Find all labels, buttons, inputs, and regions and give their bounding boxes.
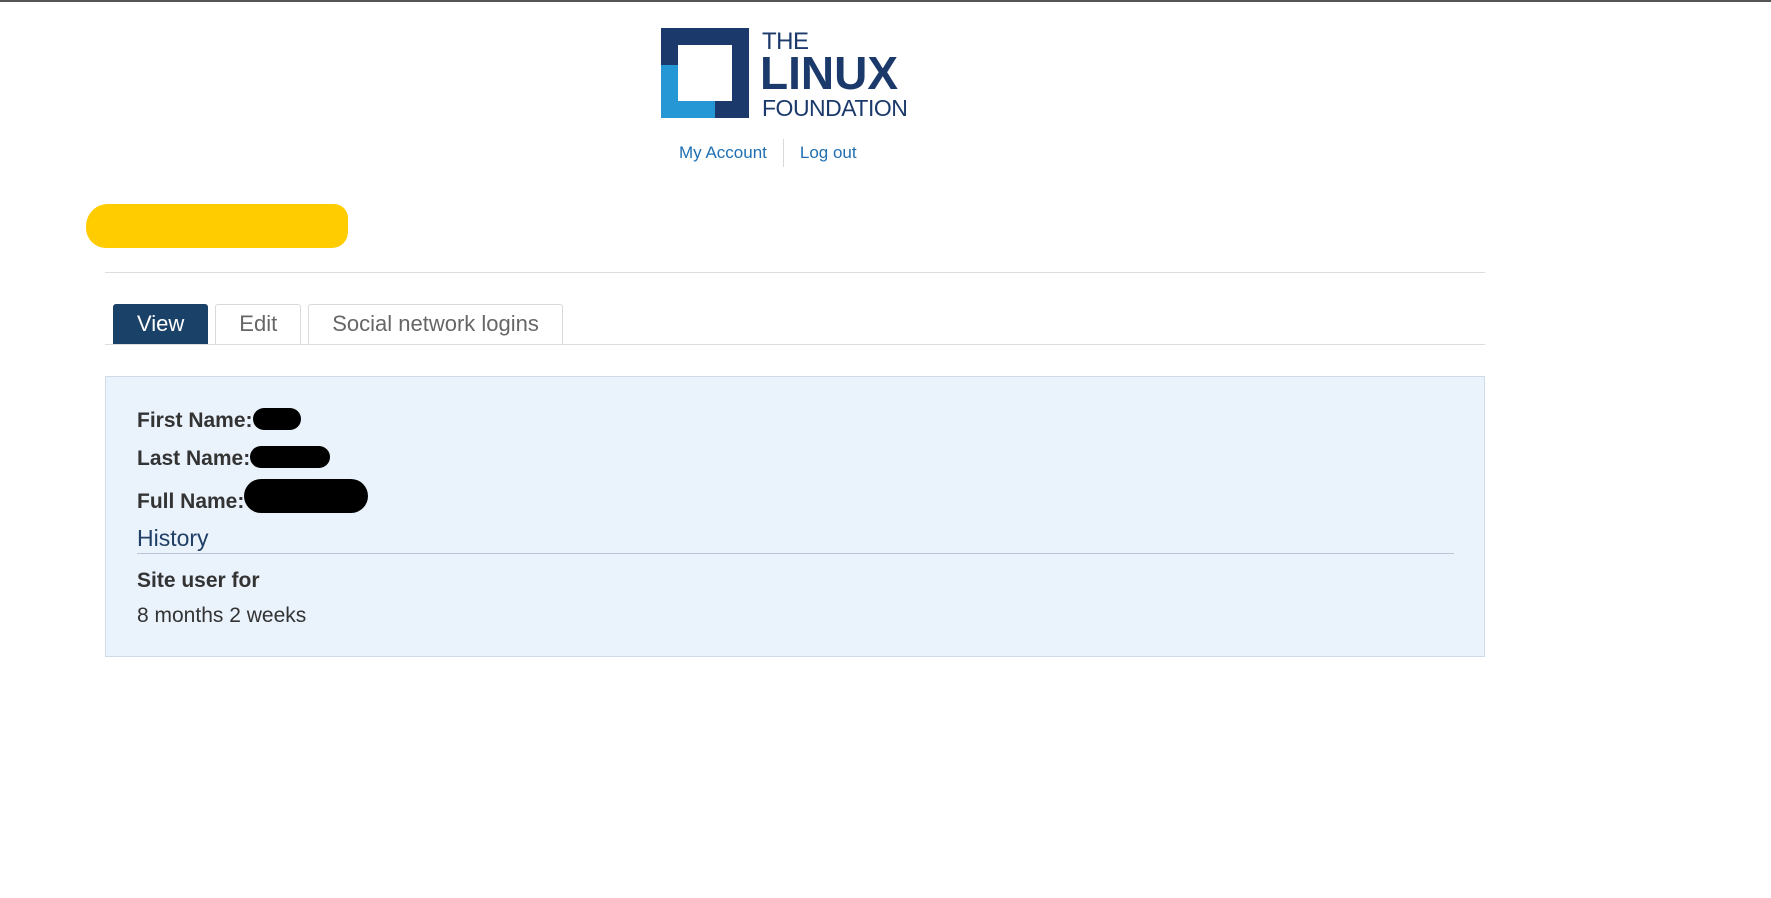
- tabs-underline: [105, 344, 1485, 345]
- history-divider: [137, 553, 1454, 554]
- full-name-row: Full Name:: [137, 479, 369, 519]
- log-out-link[interactable]: Log out: [800, 140, 857, 166]
- profile-panel: First Name: Last Name: Full Name: Histor…: [105, 376, 1485, 657]
- menu-divider: [782, 139, 784, 167]
- first-name-row: First Name:: [137, 408, 301, 433]
- header-divider: [105, 272, 1485, 273]
- tab-social-network-logins[interactable]: Social network logins: [308, 304, 563, 344]
- history-heading: History: [137, 525, 209, 551]
- svg-text:LINUX: LINUX: [760, 47, 898, 99]
- first-name-label: First Name:: [137, 409, 253, 432]
- browser-top-border: [0, 0, 1771, 2]
- first-name-redaction: [252, 408, 301, 430]
- member-for-label: Site user for: [137, 569, 260, 592]
- user-menu: My Account Log out: [679, 139, 857, 167]
- svg-text:FOUNDATION: FOUNDATION: [762, 95, 907, 121]
- full-name-label: Full Name:: [137, 490, 245, 513]
- member-for-value: 8 months 2 weeks: [137, 604, 307, 627]
- linux-foundation-logo-graphic: THE LINUX FOUNDATION: [661, 28, 908, 121]
- last-name-label: Last Name:: [137, 447, 251, 470]
- linux-foundation-logo[interactable]: THE LINUX FOUNDATION: [661, 28, 931, 124]
- tab-edit[interactable]: Edit: [215, 304, 302, 344]
- tab-view[interactable]: View: [113, 304, 209, 344]
- redacted-page-title: [86, 204, 348, 248]
- profile-tabs: View Edit Social network logins: [113, 304, 563, 344]
- last-name-redaction: [250, 446, 331, 468]
- my-account-link[interactable]: My Account: [679, 140, 767, 166]
- last-name-row: Last Name:: [137, 446, 331, 471]
- full-name-redaction: [244, 479, 369, 513]
